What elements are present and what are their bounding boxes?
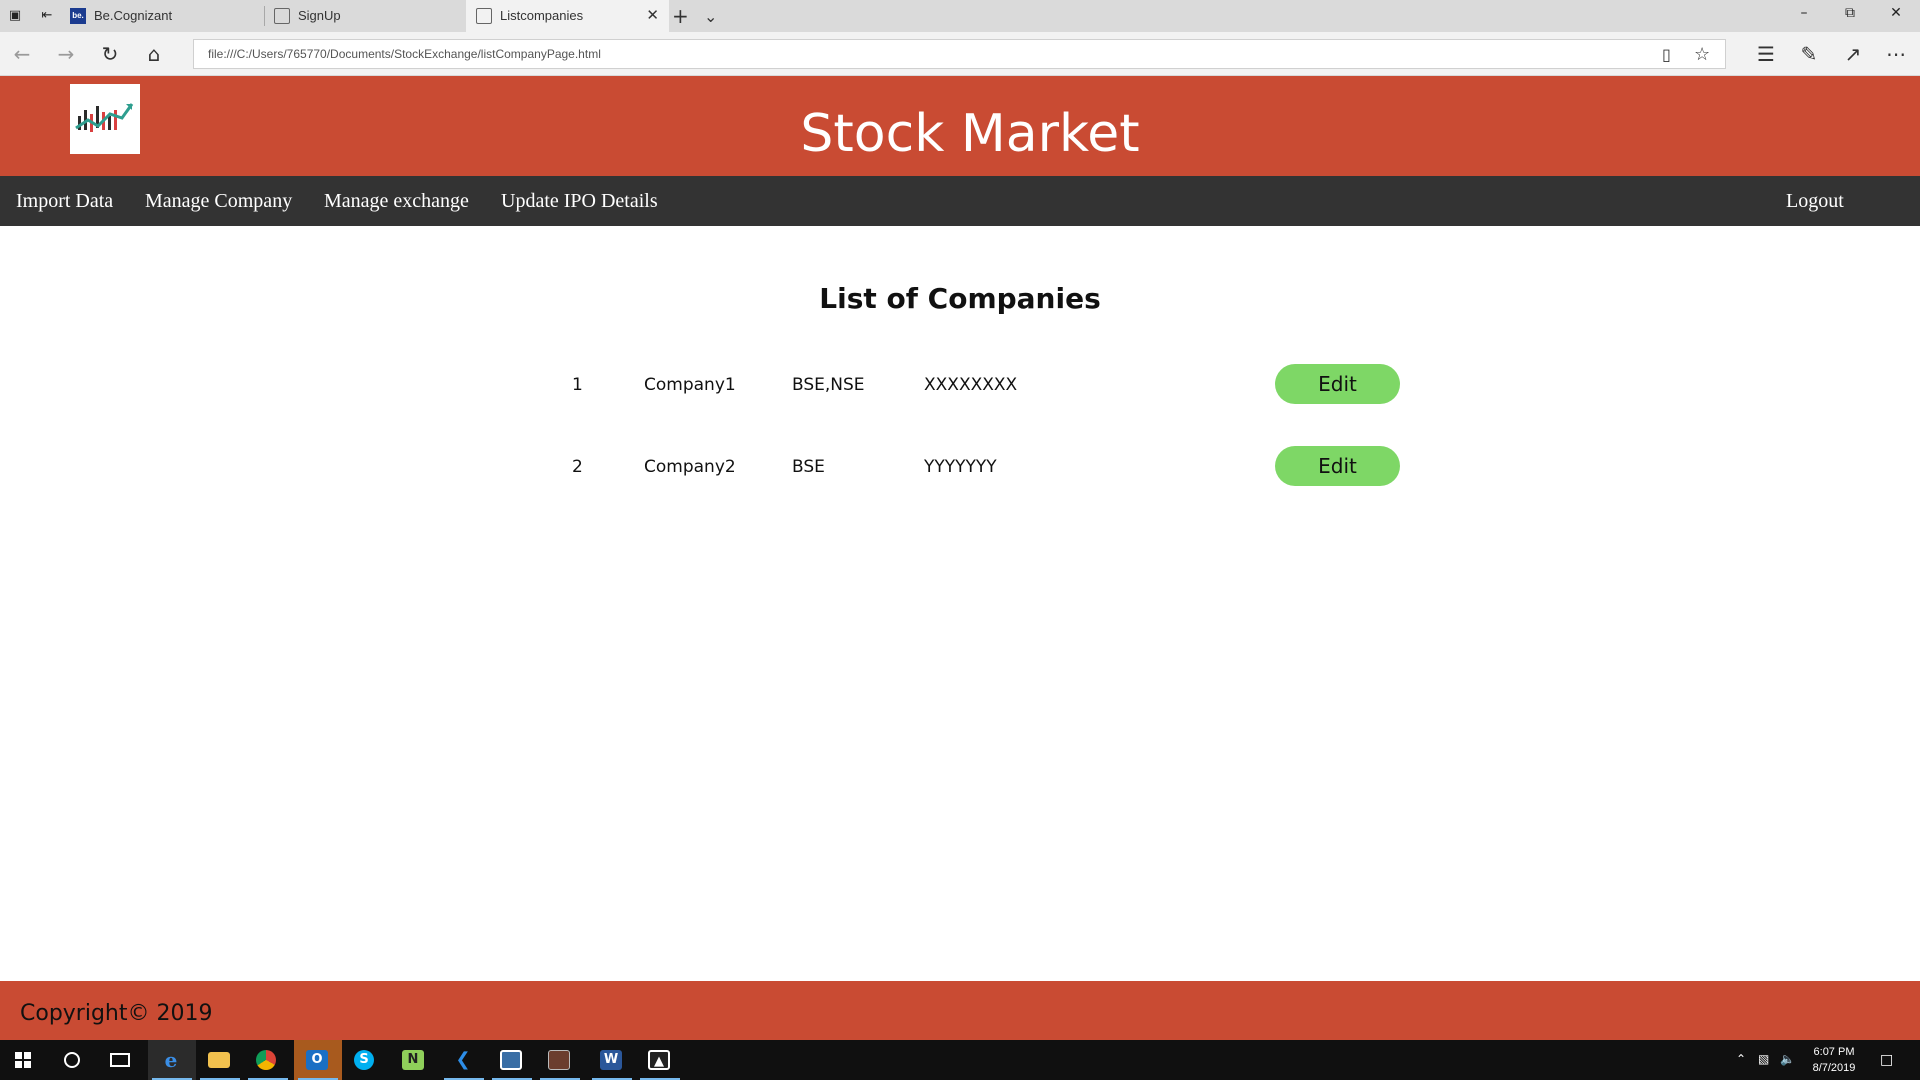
company-index: 2 [572,457,583,477]
tab-label: Be.Cognizant [94,8,173,23]
clock-time: 6:07 PM [1813,1046,1855,1058]
network-icon[interactable]: ▧ [1758,1052,1769,1066]
nav-import-data[interactable]: Import Data [16,190,113,213]
nav-manage-company[interactable]: Manage Company [145,190,292,213]
site-header: Stock Market [0,76,1920,176]
page-favicon-icon [274,8,290,24]
nav-update-ipo-details[interactable]: Update IPO Details [501,190,658,213]
start-windows-icon[interactable] [0,1040,48,1080]
table-row: 2 Company2 BSE YYYYYYY Edit [0,446,1920,486]
media-app-icon[interactable] [536,1040,584,1080]
search-circle-icon[interactable] [48,1040,96,1080]
chrome-icon[interactable] [244,1040,292,1080]
volume-icon[interactable]: 🔈 [1780,1052,1795,1066]
site-footer: Copyright© 2019 [0,981,1920,1040]
page-title: Stock Market [800,104,1140,164]
minimize-icon[interactable]: – [1781,5,1827,21]
edit-company-button[interactable]: Edit [1275,364,1400,404]
more-menu-icon[interactable]: ⋯ [1884,42,1908,66]
outlook-icon[interactable]: O [294,1040,342,1080]
share-icon[interactable]: ↗ [1841,42,1865,66]
clock-date: 8/7/2019 [1812,1062,1856,1074]
action-center-icon[interactable]: □ [1880,1052,1893,1068]
windows-taskbar: e O S N ❮ W ▲ ⌃ ▧ 🔈 6:07 PM 8/7/2019 □ [0,1040,1920,1080]
window-app-icon[interactable] [488,1040,536,1080]
company-name: Company1 [644,375,736,395]
company-index: 1 [572,375,583,395]
tab-signup[interactable]: SignUp [264,0,467,32]
edge-browser-icon[interactable]: e [148,1040,196,1080]
table-row: 1 Company1 BSE,NSE XXXXXXXX Edit [0,364,1920,404]
be-favicon-icon: be. [70,8,86,24]
company-code: YYYYYYY [924,457,997,477]
company-name: Company2 [644,457,736,477]
tab-label: Listcompanies [500,8,584,23]
section-heading: List of Companies [819,282,1101,315]
nav-manage-exchange[interactable]: Manage exchange [324,190,469,213]
tab-preview-chevron-icon[interactable]: ⌄ [704,7,717,26]
vscode-icon[interactable]: ❮ [440,1040,488,1080]
new-tab-icon[interactable]: + [672,4,689,28]
forward-icon[interactable]: → [54,42,78,66]
home-icon[interactable]: ⌂ [142,42,166,66]
nav-logout[interactable]: Logout [1786,190,1844,213]
word-icon[interactable]: W [588,1040,636,1080]
page-favicon-icon [476,8,492,24]
browser-address-bar: ← → ↻ ⌂ file:///C:/Users/765770/Document… [0,32,1920,76]
system-clock[interactable]: 6:07 PM 8/7/2019 [1799,1044,1869,1076]
url-field[interactable]: file:///C:/Users/765770/Documents/StockE… [193,39,1726,69]
file-explorer-icon[interactable] [196,1040,244,1080]
show-hidden-icons-icon[interactable]: ⌃ [1736,1052,1746,1066]
set-aside-tabs-icon[interactable]: ⇤ [38,7,56,25]
tab-becognizant[interactable]: be. Be.Cognizant [60,0,263,32]
main-nav: Import Data Manage Company Manage exchan… [0,176,1920,226]
reading-view-icon[interactable]: ▯ [1662,45,1671,64]
notepad-plus-icon[interactable]: N [390,1040,438,1080]
url-text: file:///C:/Users/765770/Documents/StockE… [208,47,601,61]
tab-listcompanies[interactable]: Listcompanies ✕ [466,0,669,32]
tab-actions-icon[interactable]: ▣ [6,7,24,25]
browser-tab-bar: ▣ ⇤ be. Be.Cognizant SignUp Listcompanie… [0,0,1920,32]
company-exchanges: BSE [792,457,825,477]
favorites-hub-icon[interactable]: ☰ [1754,42,1778,66]
refresh-icon[interactable]: ↻ [98,42,122,66]
task-view-icon[interactable] [96,1040,144,1080]
tab-label: SignUp [298,8,341,23]
edit-company-button[interactable]: Edit [1275,446,1400,486]
notes-pen-icon[interactable]: ✎ [1797,42,1821,66]
close-tab-icon[interactable]: ✕ [646,6,659,24]
copyright-text: Copyright© 2019 [20,1001,213,1026]
favorite-star-icon[interactable]: ☆ [1694,44,1710,65]
restore-icon[interactable]: ⧉ [1827,5,1873,21]
skype-icon[interactable]: S [342,1040,390,1080]
photos-icon[interactable]: ▲ [636,1040,684,1080]
company-exchanges: BSE,NSE [792,375,865,395]
company-code: XXXXXXXX [924,375,1018,395]
close-window-icon[interactable]: ✕ [1873,5,1919,21]
back-icon[interactable]: ← [10,42,34,66]
